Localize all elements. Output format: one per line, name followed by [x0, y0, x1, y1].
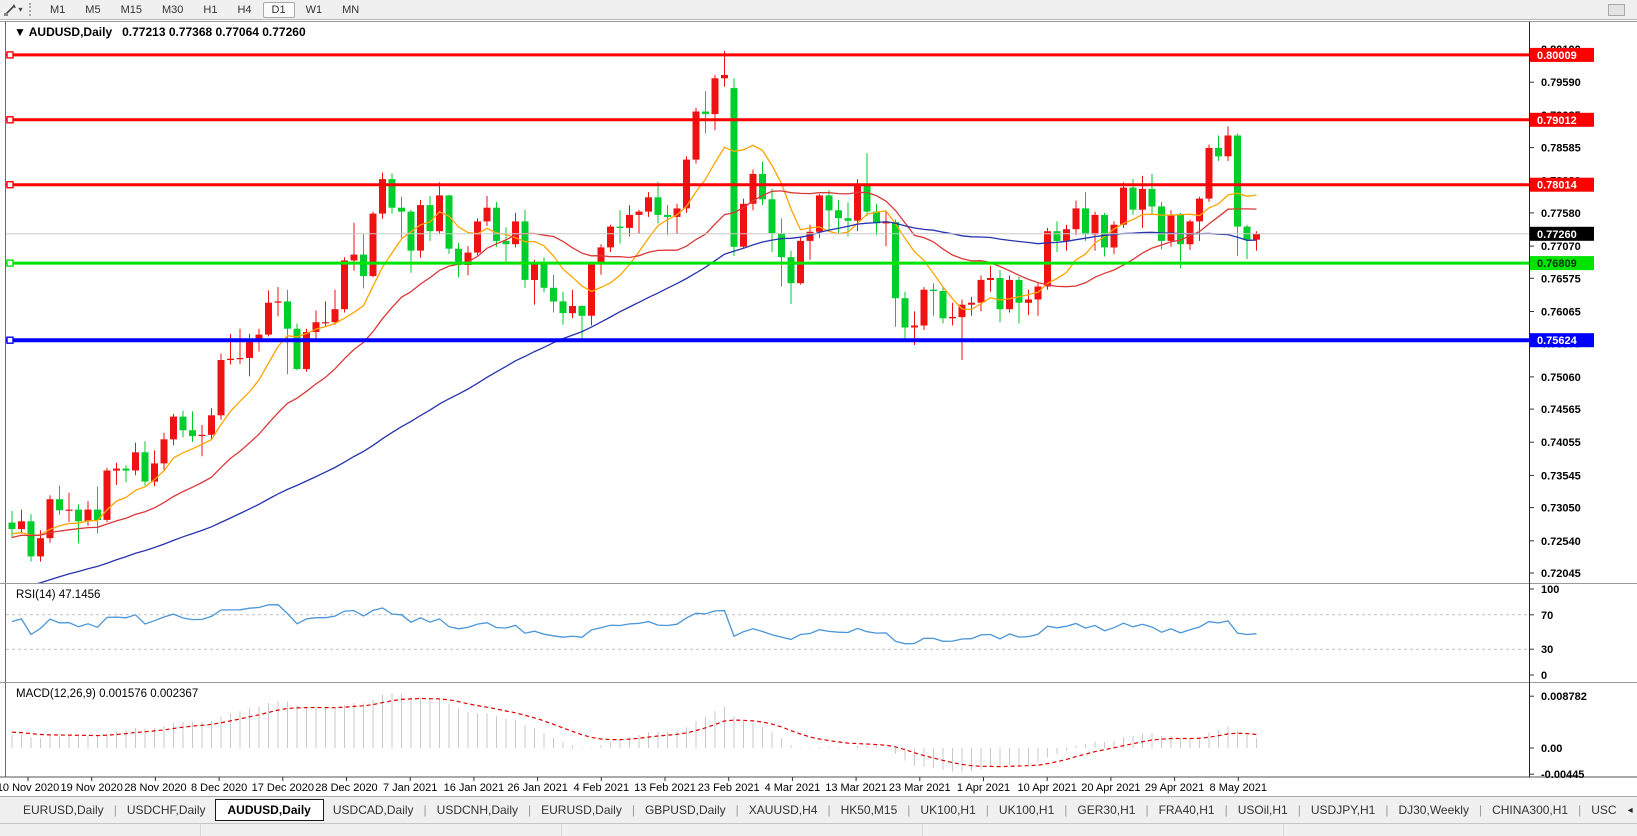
price-axis-label: 0.73545	[1541, 470, 1581, 482]
tab-scroll-arrows-icon[interactable]: ◂▸	[1628, 805, 1637, 816]
date-axis-label: 10 Apr 2021	[1018, 782, 1077, 794]
line-price-label-text: 0.76809	[1537, 258, 1577, 270]
date-axis-label: 28 Dec 2020	[315, 782, 377, 794]
date-axis-label: 19 Nov 2020	[61, 782, 123, 794]
date-axis-label: 10 Nov 2020	[0, 782, 59, 794]
date-axis-label: 8 Dec 2020	[191, 782, 247, 794]
macd-indicator-label: MACD(12,26,9) 0.001576 0.002367	[16, 688, 198, 700]
tab-hk50-m15[interactable]: HK50,M15	[832, 800, 907, 820]
line-price-label-text: 0.78014	[1537, 180, 1578, 192]
tab-usdchf-daily[interactable]: USDCHF,Daily	[118, 800, 215, 820]
date-axis-label: 17 Dec 2020	[252, 782, 314, 794]
price-axis-label: 0.76575	[1541, 273, 1581, 285]
line-price-label-text: 0.79012	[1537, 115, 1577, 127]
timeframe-button-d1[interactable]: D1	[262, 1, 295, 18]
tab-eurusd-daily[interactable]: EURUSD,Daily	[14, 800, 113, 820]
rsi-axis-label: 0	[1541, 670, 1547, 682]
toolbar-more-button[interactable]	[1608, 4, 1625, 16]
date-axis-label: 7 Jan 2021	[383, 782, 437, 794]
chart-background	[0, 20, 1637, 796]
tab-ger30-h1[interactable]: GER30,H1	[1068, 800, 1144, 820]
dropdown-caret-icon[interactable]: ▾	[18, 5, 22, 14]
date-axis-label: 13 Feb 2021	[634, 782, 696, 794]
price-axis-label: 0.77070	[1541, 241, 1581, 253]
timeframe-button-mn[interactable]: MN	[333, 2, 368, 18]
tab-usdcnh-daily[interactable]: USDCNH,Daily	[428, 800, 527, 820]
status-segment	[923, 824, 1284, 836]
price-axis-label: 0.72540	[1541, 536, 1581, 548]
status-segment	[0, 824, 201, 836]
date-axis-label: 28 Nov 2020	[124, 782, 186, 794]
status-segment	[201, 824, 562, 836]
rsi-axis-label: 70	[1541, 610, 1553, 622]
tab-xauusd-h4[interactable]: XAUUSD,H4	[740, 800, 827, 820]
line-anchor-marker[interactable]	[6, 180, 14, 189]
tab-dj30-weekly[interactable]: DJ30,Weekly	[1389, 800, 1477, 820]
date-axis-label: 13 Mar 2021	[825, 782, 887, 794]
line-tool-glyph	[4, 3, 17, 16]
tab-usc[interactable]: USC	[1582, 800, 1625, 820]
line-price-label-text: 0.80009	[1537, 50, 1577, 62]
date-axis-label: 20 Apr 2021	[1081, 782, 1140, 794]
line-tool-icon[interactable]: ▾	[0, 1, 26, 18]
timeframe-buttons: M1 M5 M15 M30 H1 H4 D1 W1 MN	[40, 1, 369, 18]
date-axis-label: 26 Jan 2021	[507, 782, 568, 794]
date-axis-label: 16 Jan 2021	[444, 782, 505, 794]
price-axis-label: 0.75060	[1541, 372, 1581, 384]
line-price-label-text: 0.75624	[1537, 335, 1578, 347]
timeframe-button-h4[interactable]: H4	[228, 2, 260, 18]
tab-fra40-h1[interactable]: FRA40,H1	[1150, 800, 1224, 820]
price-axis-label: 0.72045	[1541, 568, 1581, 580]
tab-china300-h1[interactable]: CHINA300,H1	[1483, 800, 1577, 820]
timeframe-button-m30[interactable]: M30	[153, 2, 192, 18]
tab-usdjpy-h1[interactable]: USDJPY,H1	[1302, 800, 1384, 820]
line-anchor-marker[interactable]	[6, 259, 14, 267]
rsi-axis-label: 100	[1541, 584, 1559, 596]
tab-eurusd-daily[interactable]: EURUSD,Daily	[532, 800, 631, 820]
tab-gbpusd-daily[interactable]: GBPUSD,Daily	[636, 800, 735, 820]
price-axis-label: 0.73050	[1541, 503, 1581, 515]
timeframe-button-m1[interactable]: M1	[41, 2, 74, 18]
terminal-window: ▾ M1M5M15M30H1H4D1W1MN 0.801000.795900.7…	[0, 0, 1637, 836]
timeframe-button-m5[interactable]: M5	[76, 2, 109, 18]
tab-uk100-h1[interactable]: UK100,H1	[911, 800, 984, 820]
chart-area[interactable]: 0.801000.795900.790850.785850.780800.775…	[0, 20, 1637, 796]
date-axis-label: 8 May 2021	[1210, 782, 1267, 794]
tab-audusd-daily[interactable]: AUDUSD,Daily	[214, 799, 324, 821]
timeframe-button-m15[interactable]: M15	[112, 2, 151, 18]
line-anchor-marker[interactable]	[6, 51, 14, 59]
chart-title: ▼ AUDUSD,Daily 0.77213 0.77368 0.77064 0…	[14, 25, 306, 39]
date-axis-label: 29 Apr 2021	[1145, 782, 1204, 794]
toolbar-grip	[29, 3, 37, 16]
bid-price-label-text: 0.77260	[1537, 229, 1577, 241]
line-anchor-marker[interactable]	[6, 336, 14, 344]
macd-axis-label: 0.00	[1541, 743, 1562, 755]
chart-canvas[interactable]: 0.801000.795900.790850.785850.780800.775…	[0, 20, 1637, 796]
date-axis-label: 4 Mar 2021	[765, 782, 821, 794]
date-axis-label: 4 Feb 2021	[573, 782, 629, 794]
status-segment	[562, 824, 923, 836]
tab-uk100-h1[interactable]: UK100,H1	[990, 800, 1063, 820]
date-axis-label: 23 Mar 2021	[889, 782, 951, 794]
timeframe-button-h1[interactable]: H1	[194, 2, 226, 18]
rsi-indicator-label: RSI(14) 47.1456	[16, 589, 100, 601]
rsi-axis-label: 30	[1541, 644, 1553, 656]
timeframe-toolbar: ▾ M1 M5 M15 M30 H1 H4 D1 W1 MN	[0, 0, 1637, 20]
price-axis-label: 0.76065	[1541, 307, 1581, 319]
tab-usdcad-daily[interactable]: USDCAD,Daily	[324, 800, 423, 820]
price-axis-label: 0.77580	[1541, 208, 1581, 220]
price-axis-label: 0.78585	[1541, 143, 1581, 155]
date-axis-label: 1 Apr 2021	[957, 782, 1010, 794]
macd-axis-label: -0.00445	[1541, 769, 1584, 781]
date-axis-label: 23 Feb 2021	[698, 782, 760, 794]
chart-tab-bar: EURUSD,Daily | USDCHF,Daily AUDUSD,Daily USD…	[0, 796, 1637, 823]
price-axis-label: 0.74055	[1541, 437, 1581, 449]
tab-usoil-h1[interactable]: USOil,H1	[1229, 800, 1297, 820]
price-axis-label: 0.79590	[1541, 77, 1581, 89]
macd-axis-label: 0.008782	[1541, 691, 1587, 703]
line-anchor-marker[interactable]	[6, 116, 14, 124]
status-bar	[0, 823, 1637, 836]
price-axis-label: 0.74565	[1541, 404, 1581, 416]
timeframe-button-w1[interactable]: W1	[297, 2, 332, 18]
